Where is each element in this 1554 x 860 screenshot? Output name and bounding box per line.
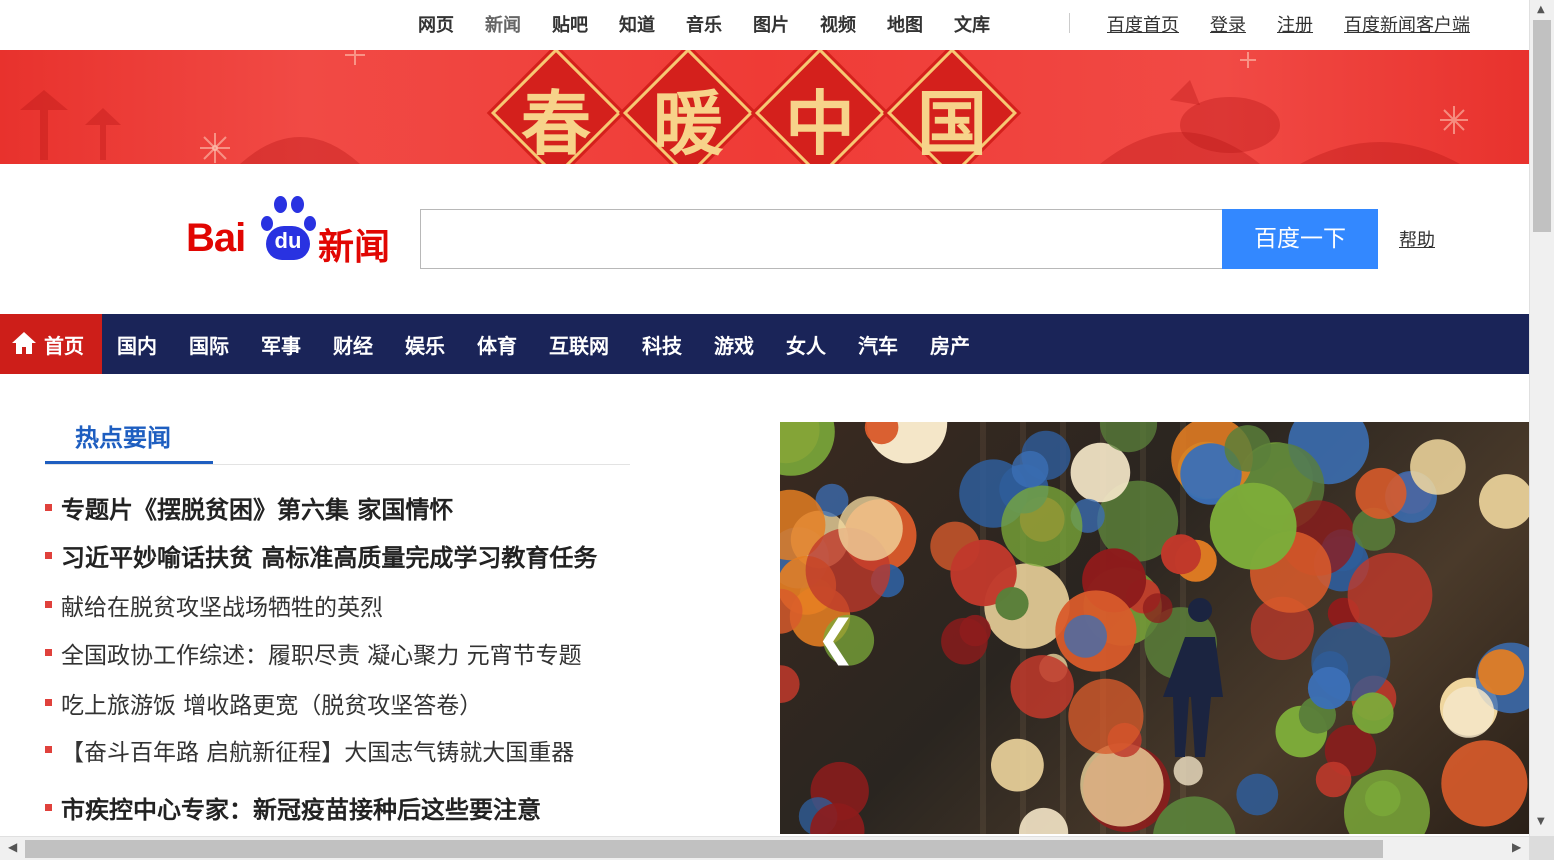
top-nav-images[interactable]: 图片 <box>753 11 789 37</box>
bullet-icon <box>45 746 52 753</box>
top-bar: 网页 新闻 贴吧 知道 音乐 图片 视频 地图 文库 百度首页 登录 注册 百度… <box>0 0 1529 50</box>
paw-toe <box>274 196 287 213</box>
scroll-up-icon[interactable]: ▲ <box>1537 4 1545 15</box>
lantern-photo <box>780 422 1529 834</box>
scrollbar-corner <box>1529 836 1554 860</box>
channel-entertainment[interactable]: 娱乐 <box>405 330 445 359</box>
vertical-scroll-thumb[interactable] <box>1533 20 1551 232</box>
hot-news-divider <box>45 464 630 465</box>
channel-international[interactable]: 国际 <box>189 330 229 359</box>
top-nav-map[interactable]: 地图 <box>887 11 923 37</box>
channel-realestate[interactable]: 房产 <box>930 330 970 359</box>
baidu-news-logo[interactable]: Bai du 新闻 <box>186 194 396 268</box>
paw-toe <box>261 216 273 231</box>
top-nav-zhidao[interactable]: 知道 <box>619 11 655 37</box>
top-nav-wenku[interactable]: 文库 <box>954 11 990 37</box>
bullet-icon <box>45 699 52 706</box>
login-link[interactable]: 登录 <box>1210 11 1246 37</box>
top-nav-news[interactable]: 新闻 <box>485 11 521 37</box>
search-input[interactable] <box>420 209 1223 269</box>
news-headline[interactable]: 【奋斗百年路 启航新征程】大国志气铸就大国重器 <box>61 733 574 767</box>
banner-tile: 国 <box>886 50 1018 164</box>
bullet-icon <box>45 804 52 811</box>
banner-char: 中 <box>785 82 855 164</box>
news-client-link[interactable]: 百度新闻客户端 <box>1344 11 1470 37</box>
logo-du-badge: du <box>266 226 310 260</box>
channel-home-label: 首页 <box>44 334 84 358</box>
channel-military[interactable]: 军事 <box>261 330 301 359</box>
channel-games[interactable]: 游戏 <box>714 330 754 359</box>
banner-tile: 暖 <box>622 50 754 164</box>
channel-domestic[interactable]: 国内 <box>117 330 157 359</box>
channel-sports[interactable]: 体育 <box>477 330 517 359</box>
news-headline[interactable]: 市疾控中心专家：新冠疫苗接种后这些要注意 <box>61 790 541 825</box>
hot-news-title: 热点要闻 <box>75 424 171 452</box>
bullet-icon <box>45 649 52 656</box>
hot-news-tab[interactable]: 热点要闻 <box>45 416 213 464</box>
channel-home[interactable]: 首页 <box>0 314 102 374</box>
banner-char: 春 <box>521 82 591 164</box>
horizontal-scroll-thumb[interactable] <box>25 840 1383 858</box>
scroll-down-icon[interactable]: ▼ <box>1537 816 1545 827</box>
help-link[interactable]: 帮助 <box>1399 226 1435 252</box>
channel-internet[interactable]: 互联网 <box>549 330 609 359</box>
channel-nav: 首页 国内 国际 军事 财经 娱乐 体育 互联网 科技 游戏 女人 汽车 房产 <box>0 314 1529 374</box>
festival-banner[interactable]: 春 暖 中 国 <box>0 50 1529 164</box>
channel-auto[interactable]: 汽车 <box>858 330 898 359</box>
top-nav-video[interactable]: 视频 <box>820 11 856 37</box>
bullet-icon <box>45 601 52 608</box>
news-headline[interactable]: 习近平妙喻话扶贫 高标准高质量完成学习教育任务 <box>61 538 597 573</box>
register-link[interactable]: 注册 <box>1277 11 1313 37</box>
logo-product-name: 新闻 <box>318 227 391 268</box>
news-headline[interactable]: 献给在脱贫攻坚战场牺牲的英烈 <box>61 588 383 622</box>
banner-title: 春 暖 中 国 <box>490 50 1025 164</box>
news-headline[interactable]: 吃上旅游饭 增收路更宽（脱贫攻坚答卷） <box>61 686 482 720</box>
top-nav-web[interactable]: 网页 <box>418 11 454 37</box>
news-headline[interactable]: 全国政协工作综述：履职尽责 凝心聚力 元宵节专题 <box>61 636 582 670</box>
news-headline[interactable]: 专题片《摆脱贫困》第六集 家国情怀 <box>61 490 453 525</box>
scroll-right-icon[interactable]: ▶ <box>1512 840 1521 854</box>
horizontal-scrollbar[interactable]: ◀ ▶ <box>0 836 1529 860</box>
banner-char: 国 <box>917 82 987 164</box>
top-nav: 网页 新闻 贴吧 知道 音乐 图片 视频 地图 文库 <box>418 11 1021 37</box>
paw-toe <box>304 216 316 231</box>
channel-finance[interactable]: 财经 <box>333 330 373 359</box>
search-button[interactable]: 百度一下 <box>1222 209 1378 269</box>
scroll-left-icon[interactable]: ◀ <box>8 840 17 854</box>
bullet-icon <box>45 552 52 559</box>
carousel-prev-button[interactable]: ❮ <box>816 608 856 668</box>
vertical-scrollbar[interactable]: ▲ ▼ <box>1529 0 1554 836</box>
logo-bai-text: Bai <box>186 216 246 260</box>
top-links: 百度首页 登录 注册 百度新闻客户端 <box>1107 11 1470 37</box>
top-nav-tieba[interactable]: 贴吧 <box>552 11 588 37</box>
banner-tile: 中 <box>754 50 886 164</box>
channel-women[interactable]: 女人 <box>786 330 826 359</box>
banner-tile: 春 <box>490 50 622 164</box>
banner-char: 暖 <box>653 82 723 164</box>
home-icon <box>12 332 36 354</box>
paw-toe <box>291 196 304 213</box>
bullet-icon <box>45 504 52 511</box>
baidu-home-link[interactable]: 百度首页 <box>1107 11 1179 37</box>
channel-tech[interactable]: 科技 <box>642 330 682 359</box>
top-nav-music[interactable]: 音乐 <box>686 11 722 37</box>
top-divider <box>1069 13 1070 33</box>
carousel-image[interactable] <box>780 422 1529 834</box>
